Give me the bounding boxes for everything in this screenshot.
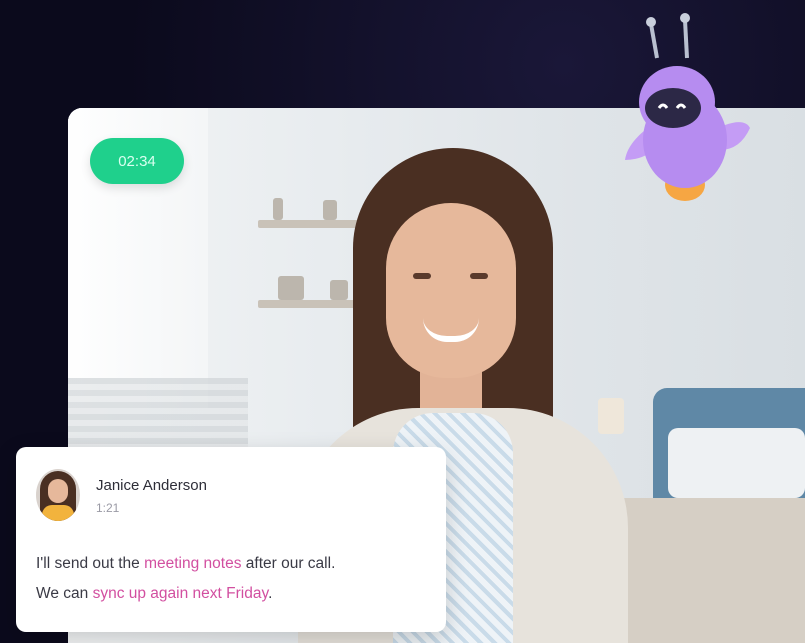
live-caption-card: Janice Anderson 1:21 I'll send out the m… xyxy=(16,447,446,632)
wall-shelf-bottom xyxy=(258,300,368,308)
person-eye xyxy=(413,273,431,279)
wall-shelf-top xyxy=(258,220,368,228)
caption-timestamp: 1:21 xyxy=(96,501,120,515)
shelf-decor xyxy=(273,198,283,220)
transcript-highlight: sync up again next Friday xyxy=(92,585,269,602)
transcript-highlight: meeting notes xyxy=(144,555,242,572)
transcript-text: after our call. xyxy=(241,555,336,572)
robot-mascot-icon xyxy=(625,13,750,201)
transcript-text: I'll send out the xyxy=(36,555,145,572)
caption-transcript: I'll send out the meeting notes after ou… xyxy=(36,549,436,609)
shelf-decor xyxy=(278,276,304,300)
shelf-decor xyxy=(330,280,348,300)
transcript-line-2: We can sync up again next Friday. xyxy=(36,579,436,609)
transcript-text: We can xyxy=(36,585,93,602)
speaker-avatar xyxy=(36,469,80,521)
bed-pillow xyxy=(668,428,805,498)
shelf-decor xyxy=(323,200,337,220)
lamp xyxy=(598,398,624,434)
call-timer-text: 02:34 xyxy=(118,152,156,170)
transcript-text: . xyxy=(268,585,273,602)
person-eye xyxy=(470,273,488,279)
call-timer-badge: 02:34 xyxy=(90,138,184,184)
person-face xyxy=(386,203,516,378)
transcript-line-1: I'll send out the meeting notes after ou… xyxy=(36,549,436,579)
speaker-name: Janice Anderson xyxy=(96,477,207,494)
